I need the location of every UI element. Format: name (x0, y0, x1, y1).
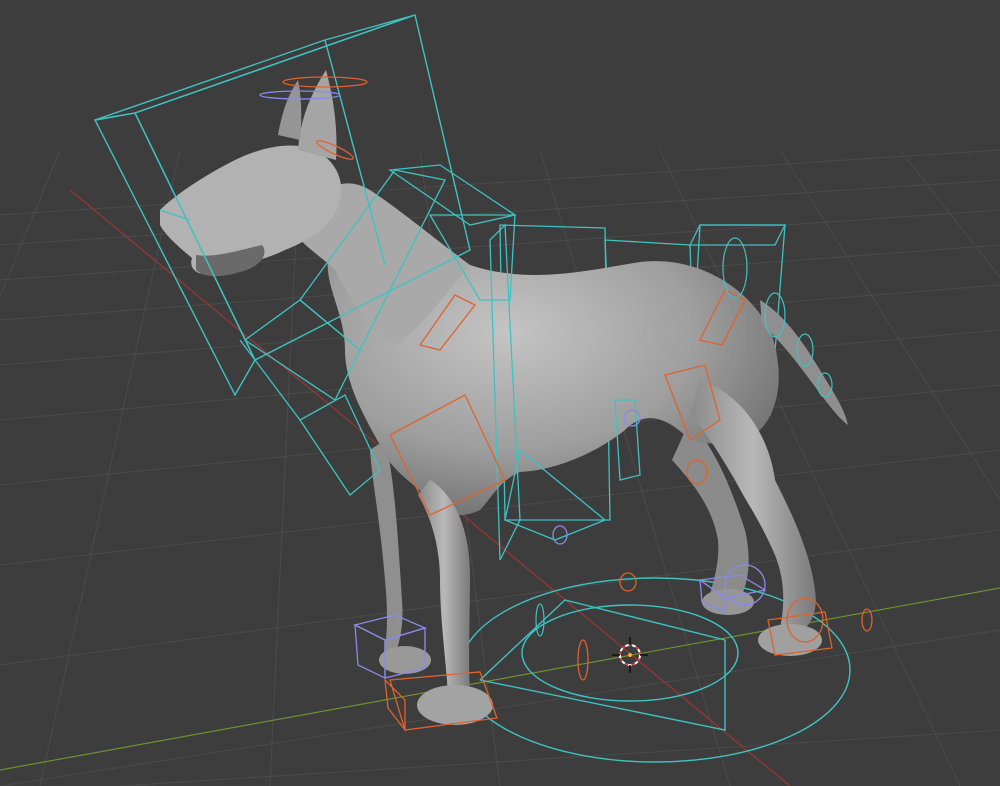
paw-front-far (379, 646, 431, 674)
paw-hind-far (702, 589, 754, 615)
paw-front-near (417, 685, 493, 725)
3d-viewport[interactable] (0, 0, 1000, 786)
viewport-canvas[interactable] (0, 0, 1000, 786)
